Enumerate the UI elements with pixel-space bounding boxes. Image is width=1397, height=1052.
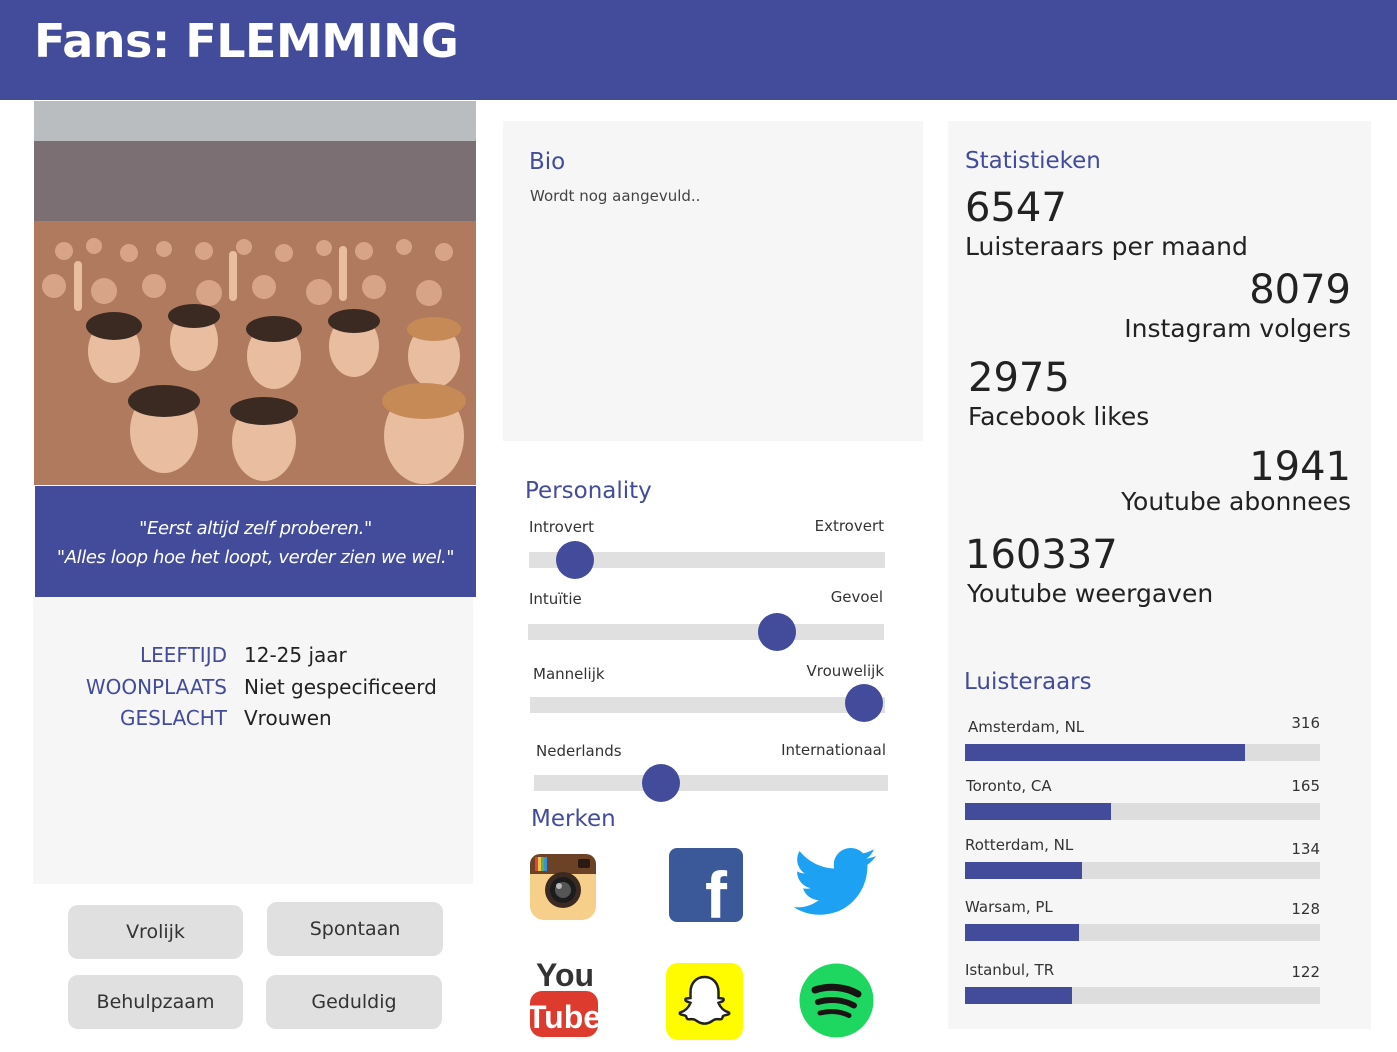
stat-label: Luisteraars per maand	[965, 232, 1248, 261]
slider-right-label: Vrouwelijk	[806, 662, 884, 680]
listener-bar-fill	[965, 803, 1111, 820]
info-row-age: LEEFTIJD 12-25 jaar	[33, 643, 473, 675]
listener-bar	[965, 924, 1320, 941]
twitter-icon[interactable]	[790, 846, 880, 920]
listener-city: Warsam, PL	[965, 898, 1053, 916]
stat-value: 160337	[965, 532, 1118, 578]
facebook-letter: f	[705, 858, 728, 922]
listener-bar-fill	[965, 987, 1072, 1004]
info-value: Niet gespecificeerd	[244, 675, 437, 699]
listener-count: 134	[1291, 840, 1320, 858]
trait-tag[interactable]: Geduldig	[266, 975, 442, 1029]
youtube-icon[interactable]: You Tube	[527, 956, 601, 1040]
listener-bar-fill	[965, 862, 1083, 879]
slider-right-label: Extrovert	[814, 517, 884, 535]
personality-slider-track[interactable]	[530, 684, 885, 722]
personality-slider-track[interactable]	[534, 764, 888, 802]
personality-title: Personality	[525, 478, 652, 504]
slider-left-label: Introvert	[529, 518, 594, 536]
listener-bar-fill	[965, 924, 1079, 941]
info-label: GESLACHT	[120, 706, 227, 730]
slider-left-label: Mannelijk	[533, 665, 605, 683]
listener-bar	[965, 803, 1320, 820]
listener-city: Amsterdam, NL	[968, 718, 1085, 736]
listener-bar	[965, 987, 1320, 1004]
info-row-gender: GESLACHT Vrouwen	[33, 706, 473, 738]
personality-slider-knob[interactable]	[758, 613, 797, 651]
info-value: 12-25 jaar	[244, 643, 347, 667]
quote-banner: "Eerst altijd zelf proberen." "Alles loo…	[35, 486, 476, 597]
listener-city: Toronto, CA	[966, 777, 1052, 795]
trait-tag[interactable]: Vrolijk	[68, 905, 243, 959]
personality-slider-knob[interactable]	[844, 684, 883, 722]
trait-tag[interactable]: Behulpzaam	[68, 975, 243, 1029]
personality-slider-track[interactable]	[529, 541, 885, 579]
youtube-tube-text: Tube	[529, 999, 599, 1035]
listeners-title: Luisteraars	[964, 669, 1092, 695]
bio-panel: Bio Wordt nog aangevuld..	[503, 121, 923, 441]
info-label: LEEFTIJD	[140, 643, 227, 667]
listener-bar-fill	[965, 744, 1246, 761]
listener-count: 128	[1291, 900, 1320, 918]
listener-count: 165	[1291, 777, 1320, 795]
personality-slider-knob[interactable]	[556, 541, 595, 579]
info-label: WOONPLAATS	[85, 675, 227, 699]
slider-right-label: Internationaal	[781, 741, 886, 759]
slider-left-label: Intuïtie	[529, 590, 582, 608]
statistics-panel: Statistieken 6547 Luisteraars per maand …	[948, 121, 1371, 1029]
stat-label: Facebook likes	[968, 402, 1150, 431]
statistics-title: Statistieken	[965, 148, 1101, 174]
profile-info-panel: LEEFTIJD 12-25 jaar WOONPLAATS Niet gesp…	[33, 597, 473, 884]
spotify-icon[interactable]	[799, 963, 874, 1038]
youtube-you-text: You	[536, 957, 594, 993]
stat-value: 6547	[965, 185, 1067, 231]
brands-title: Merken	[531, 806, 616, 832]
fans-crowd-photo	[34, 101, 476, 485]
listener-count: 316	[1291, 714, 1320, 732]
stat-label: Youtube abonnees	[1121, 487, 1351, 516]
info-value: Vrouwen	[244, 706, 332, 730]
page-title: Fans: FLEMMING	[34, 14, 459, 68]
bio-title: Bio	[529, 149, 566, 175]
listener-city: Rotterdam, NL	[965, 836, 1074, 854]
listener-bar	[965, 862, 1320, 879]
facebook-icon[interactable]: f	[669, 848, 743, 932]
personality-slider-knob[interactable]	[642, 764, 681, 802]
slider-right-label: Gevoel	[830, 588, 883, 606]
stat-label: Youtube weergaven	[967, 579, 1214, 608]
stat-value: 2975	[968, 355, 1070, 401]
personality-slider-track[interactable]	[528, 613, 884, 651]
quote-line-2: "Alles loop hoe het loopt, verder zien w…	[56, 547, 455, 568]
trait-tag[interactable]: Spontaan	[267, 902, 443, 956]
stat-value: 1941	[1249, 444, 1351, 490]
stat-value: 8079	[1249, 267, 1351, 313]
listener-bar	[965, 744, 1320, 761]
instagram-icon[interactable]	[526, 850, 600, 924]
slider-left-label: Nederlands	[536, 742, 622, 760]
listener-city: Istanbul, TR	[965, 961, 1055, 979]
quote-line-1: "Eerst altijd zelf proberen."	[139, 518, 372, 539]
bio-text: Wordt nog aangevuld..	[530, 187, 701, 205]
page-header: Fans: FLEMMING	[0, 0, 1397, 100]
listener-count: 122	[1291, 963, 1320, 981]
info-row-residence: WOONPLAATS Niet gespecificeerd	[33, 675, 473, 707]
stat-label: Instagram volgers	[1124, 314, 1351, 343]
snapchat-icon[interactable]	[666, 963, 743, 1040]
